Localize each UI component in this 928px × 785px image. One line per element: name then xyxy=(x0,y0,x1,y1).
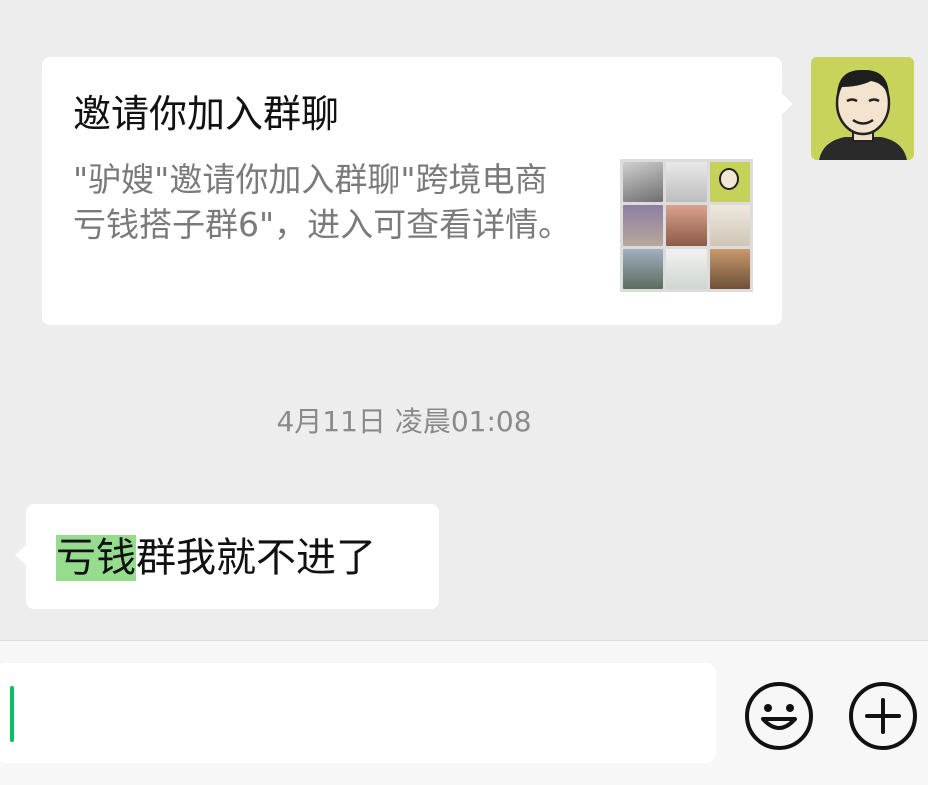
message-text-rest: 群我就不进了 xyxy=(136,535,376,581)
member-avatar xyxy=(666,162,707,203)
member-avatar xyxy=(623,248,664,289)
emoji-button[interactable] xyxy=(744,681,814,751)
avatar[interactable] xyxy=(811,57,914,160)
message-timestamp: 4月11日 凌晨01:08 xyxy=(276,405,532,438)
incoming-message-bubble[interactable]: 亏钱群我就不进了 xyxy=(15,504,439,609)
invite-description: "驴嫂"邀请你加入群聊"跨境电商亏钱搭子群6"，进入可查看详情。 xyxy=(73,160,572,244)
group-invite-card[interactable]: 邀请你加入群聊 "驴嫂"邀请你加入群聊"跨境电商亏钱搭子群6"，进入可查看详情。 xyxy=(42,57,793,325)
member-avatar xyxy=(709,162,750,203)
input-bar xyxy=(0,640,928,785)
highlighted-text[interactable]: 亏钱 xyxy=(56,535,136,581)
message-input[interactable] xyxy=(0,663,716,763)
member-avatar xyxy=(623,205,664,246)
group-avatar xyxy=(620,159,753,292)
member-avatar xyxy=(623,162,664,203)
plus-icon xyxy=(849,682,917,750)
member-avatar xyxy=(666,248,707,289)
incoming-message-text: 亏钱群我就不进了 xyxy=(56,532,376,584)
member-avatar xyxy=(709,205,750,246)
emoji-icon xyxy=(745,682,813,750)
text-caret xyxy=(10,686,14,742)
more-button[interactable] xyxy=(848,681,918,751)
member-avatar xyxy=(709,248,750,289)
cartoon-face-icon xyxy=(811,57,914,160)
invite-title: 邀请你加入群聊 xyxy=(73,92,340,136)
chat-area: 邀请你加入群聊 "驴嫂"邀请你加入群聊"跨境电商亏钱搭子群6"，进入可查看详情。… xyxy=(0,0,928,640)
member-avatar xyxy=(666,205,707,246)
